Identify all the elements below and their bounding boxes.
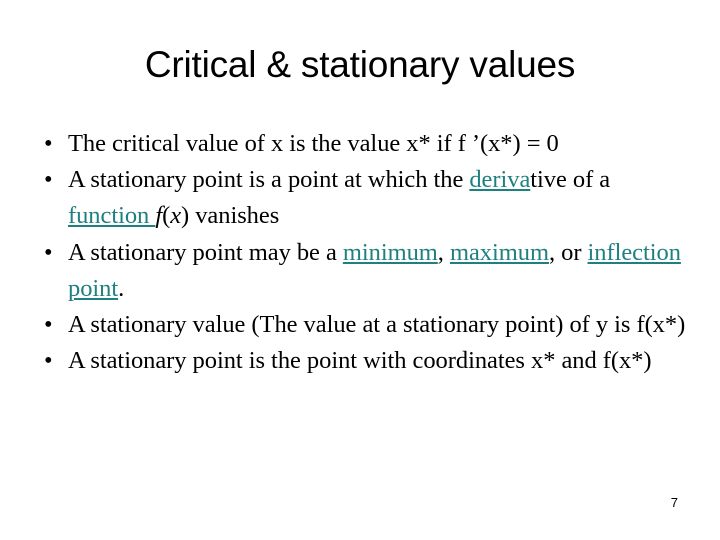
bullet-item-stationary-point-definition: • A stationary point is a point at which … (36, 162, 692, 234)
bullet-marker-icon: • (44, 347, 53, 375)
page-number: 7 (670, 495, 678, 510)
bullet-text: A stationary point is a point at which t… (68, 166, 610, 229)
bullet-text: A stationary point is the point with coo… (68, 347, 652, 374)
bullet-item-stationary-point-coordinates: • A stationary point is the point with co… (36, 343, 692, 379)
text-run: tive of a (530, 166, 611, 194)
hyperlink-maximum[interactable]: maximum (450, 239, 549, 266)
math-variable: x (170, 202, 182, 230)
text-run: A stationary value (The value at a stati… (68, 311, 686, 339)
bullet-text: A stationary point may be a minimum, max… (68, 239, 681, 302)
hyperlink-function[interactable]: function (68, 202, 155, 229)
text-run: , or (548, 238, 588, 266)
bullet-marker-icon: • (44, 238, 53, 266)
text-run: ) vanishes (181, 202, 280, 230)
page-title: Critical & stationary values (144, 44, 576, 85)
text-run: A stationary point may be a (68, 238, 343, 266)
bullet-text: A stationary value (The value at a stati… (68, 311, 685, 338)
text-run: . (118, 274, 125, 302)
bullet-item-critical-value: • The critical value of x is the value x*… (36, 126, 692, 162)
text-run: The critical value of x is the value x* … (68, 130, 559, 157)
hyperlink-deriva[interactable]: deriva (469, 166, 530, 193)
text-run: ( (162, 202, 171, 230)
bullet-marker-icon: • (44, 130, 53, 157)
bullet-text: The critical value of x is the value x* … (68, 130, 559, 157)
slide-body: • The critical value of x is the value x*… (36, 126, 692, 379)
text-run: A stationary point is a point at which t… (68, 166, 470, 194)
text-run: A stationary point is the point with coo… (68, 347, 652, 375)
text-run: , (437, 238, 450, 266)
bullet-list: • The critical value of x is the value x*… (36, 126, 692, 379)
bullet-marker-icon: • (44, 166, 53, 194)
bullet-item-stationary-point-kinds: • A stationary point may be a minimum, ma… (36, 235, 692, 307)
bullet-item-stationary-value: • A stationary value (The value at a stat… (36, 307, 692, 343)
slide-canvas: Critical & stationary values • The critic… (0, 0, 720, 540)
hyperlink-minimum[interactable]: minimum (343, 239, 438, 266)
bullet-marker-icon: • (44, 311, 53, 339)
